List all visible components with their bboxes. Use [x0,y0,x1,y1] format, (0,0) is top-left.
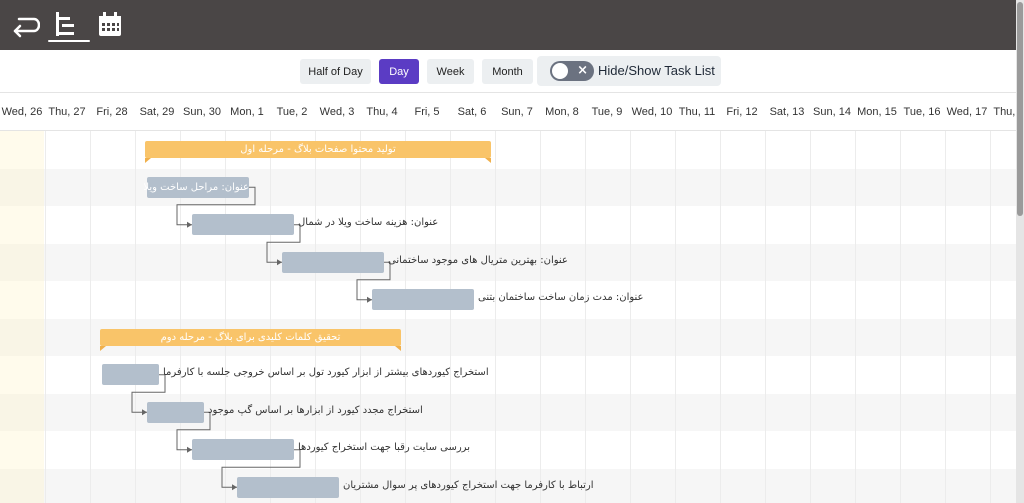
timeline-header: Wed, 26 Thu, 27 Fri, 28 Sat, 29 Sun, 30 Mon, … [0,94,1016,131]
day-label: Mon, 8 [545,106,579,118]
task-label: عنوان: بهترین متریال های موجود ساختمانی [388,254,568,266]
project-label: تولید محتوا صفحات بلاگ - مرحله اول [240,144,396,156]
day-label: Mon, 1 [230,106,264,118]
day-label: Wed, 3 [319,106,355,118]
task-list-toggle[interactable]: × Hide/Show Task List [537,56,721,86]
view-mode-bar: Half of Day Day Week Month × Hide/Show T… [0,50,1016,93]
day-label: Sun, 7 [501,106,533,118]
day-label: Thu, 27 [48,106,86,118]
project-notch [145,158,151,164]
task-list-icon[interactable] [48,10,76,40]
day-label: Tue, 2 [276,106,308,118]
task-label: عنوان: مراحل ساخت ویلا [143,181,249,193]
day-label: Wed, 10 [631,106,673,118]
day-label: Thu, 11 [678,106,716,118]
task-label: ارتباط با کارفرما جهت استخراج کیوردهای پ… [343,479,594,491]
day-label: Tue, 9 [591,106,623,118]
task-bar[interactable] [102,364,159,386]
half-of-day-button[interactable]: Half of Day [300,59,371,84]
day-label: Wed, 17 [946,106,988,118]
day-label: Tue, 16 [903,106,941,118]
task-bar[interactable]: عنوان: مراحل ساخت ویلا [143,176,249,198]
task-bar[interactable] [282,251,384,273]
task-label: بررسی سایت رقبا جهت استخراج کیوردها [298,442,470,454]
gantt-chart: Wed, 26 Thu, 27 Fri, 28 Sat, 29 Sun, 30 Mon, … [0,94,1016,503]
calendar-icon[interactable] [96,10,124,40]
day-label: Sat, 6 [457,106,487,118]
top-toolbar [0,0,1024,50]
task-label: عنوان: هزینه ساخت ویلا در شمال [298,217,439,229]
undo-icon[interactable] [12,10,40,40]
gantt-body: تولید محتوا صفحات بلاگ - مرحله اول عنوان:… [0,131,1016,503]
task-bar[interactable] [192,214,294,236]
day-label: Fri, 28 [96,106,128,118]
day-button[interactable]: Day [379,59,419,84]
day-label: Sun, 14 [813,106,851,118]
project-notch [395,345,401,351]
toggle-switch[interactable]: × [550,61,594,81]
project-notch [100,345,106,351]
toggle-label: Hide/Show Task List [598,63,715,78]
day-label: Sat, 13 [769,106,805,118]
project-bar[interactable]: تولید محتوا صفحات بلاگ - مرحله اول [145,141,491,164]
task-bar[interactable] [147,401,204,423]
close-icon: × [577,63,588,78]
day-label: Fri, 12 [726,106,758,118]
task-label: استخراج کیوردهای بیشتر از ابزار کیورد تو… [163,367,489,379]
day-label: Thu, 4 [366,106,398,118]
day-label: Mon, 15 [857,106,897,118]
task-label: استخراج مجدد کیورد از ابزارها بر اساس گپ… [208,404,423,416]
task-bar[interactable] [237,476,339,498]
project-bar[interactable]: تحقیق کلمات کلیدی برای بلاگ - مرحله دوم [100,328,401,351]
project-label: تحقیق کلمات کلیدی برای بلاگ - مرحله دوم [160,331,341,343]
day-label: Sat, 29 [139,106,175,118]
project-notch [485,158,491,164]
scrollbar-thumb[interactable] [1017,2,1023,216]
task-bar[interactable] [372,289,474,311]
day-label: Fri, 5 [414,106,440,118]
day-label: Wed, 26 [1,106,43,118]
toggle-knob [552,63,568,79]
month-button[interactable]: Month [482,59,533,84]
vertical-scrollbar[interactable] [1016,0,1024,503]
week-button[interactable]: Week [427,59,474,84]
day-label: Thu, 18 [993,106,1016,118]
active-view-indicator [48,40,90,42]
day-label: Sun, 30 [183,106,221,118]
task-label: عنوان: مدت زمان ساخت ساختمان بتنی [478,292,644,304]
task-bar[interactable] [192,439,294,461]
